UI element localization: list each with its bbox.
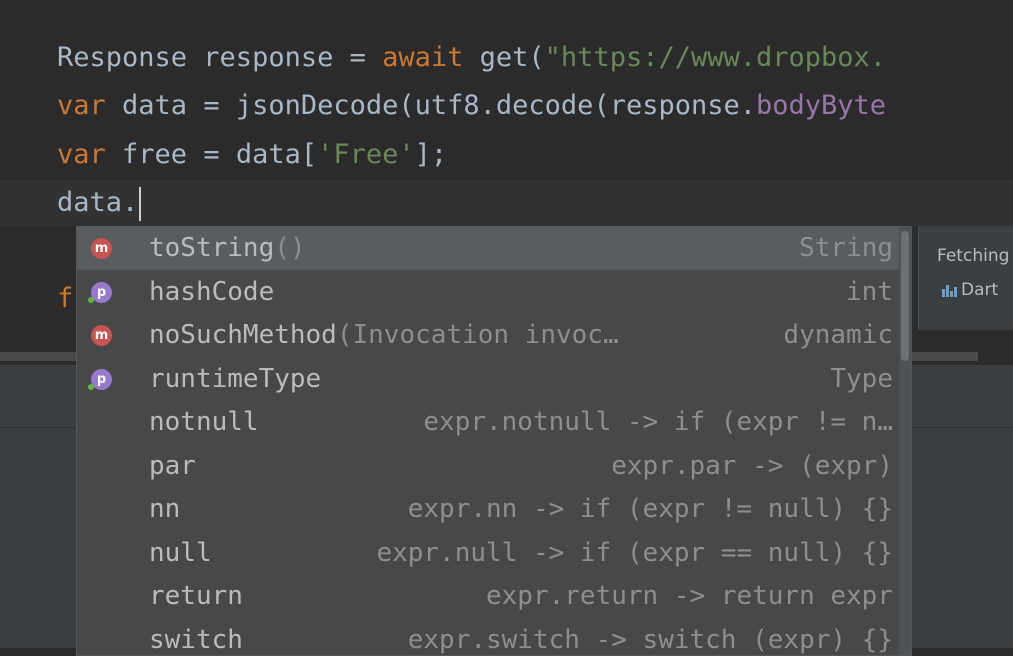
icon-badge: m	[94, 328, 109, 343]
item-type: expr.notnull -> if (expr != n…	[423, 407, 893, 437]
code-text: get(	[463, 42, 545, 73]
visibility-dot-icon	[88, 297, 94, 303]
code-line-3[interactable]: var free = data['Free'];	[0, 132, 1013, 178]
doc-lang-row: Dart	[941, 280, 998, 300]
item-label: toString	[149, 233, 275, 263]
item-label: runtimeType	[149, 364, 322, 394]
item-type: expr.nn -> if (expr != null) {}	[407, 494, 893, 524]
text-caret	[139, 186, 142, 221]
scrollbar-thumb[interactable]	[901, 231, 909, 361]
code-line-1[interactable]: Response response = await get("https://w…	[0, 35, 1013, 81]
visibility-dot-icon	[88, 384, 94, 390]
code-line-2[interactable]: var data = jsonDecode(utf8.decode(respon…	[0, 83, 1013, 129]
code-line-4-current[interactable]: data.	[0, 180, 1013, 226]
item-name: par	[149, 445, 196, 488]
item-name: hashCode	[149, 271, 274, 314]
popup-scrollbar[interactable]	[899, 227, 911, 655]
code-text: data = jsonDecode(utf8.decode(response.	[105, 90, 756, 121]
item-label: return	[149, 581, 243, 611]
item-name: noSuchMethod(Invocation invoc…	[149, 314, 619, 357]
doc-status: Fetching	[937, 246, 1010, 266]
item-type: expr.return -> return expr	[486, 581, 893, 611]
code-text: data.	[57, 187, 139, 218]
item-label: noSuchMethod	[149, 320, 337, 350]
autocomplete-item[interactable]: par expr.par -> (expr)	[77, 445, 899, 488]
item-name: null	[149, 532, 212, 575]
doc-lang: Dart	[961, 280, 999, 300]
item-type: Type	[830, 364, 893, 394]
code-text: Response response =	[57, 42, 383, 73]
autocomplete-item[interactable]: nn expr.nn -> if (expr != null) {}	[77, 488, 899, 531]
keyword-await: await	[382, 42, 464, 73]
item-label: nn	[149, 494, 181, 524]
autocomplete-item[interactable]: m toString() String	[77, 227, 899, 270]
property-icon: p	[88, 282, 112, 303]
icon-badge: m	[94, 241, 109, 256]
item-label: null	[149, 538, 212, 568]
string-literal: "https://www.dropbox.	[544, 42, 887, 73]
method-icon: m	[91, 325, 112, 346]
item-name: nn	[149, 488, 180, 531]
autocomplete-item[interactable]: null expr.null -> if (expr == null) {}	[77, 532, 899, 575]
item-type: int	[846, 277, 893, 307]
item-params: ()	[274, 233, 306, 263]
keyword-fragment: f	[57, 283, 74, 314]
documentation-popup: Fetching Dart	[918, 226, 1013, 330]
autocomplete-item[interactable]: switch expr.switch -> switch (expr) {}	[77, 619, 899, 655]
icon-badge: p	[96, 285, 107, 300]
item-name: return	[149, 575, 243, 618]
code-text: free = data[	[105, 139, 318, 170]
item-label: switch	[149, 625, 243, 655]
method-icon: m	[91, 238, 112, 259]
string-literal: 'Free'	[317, 139, 415, 170]
autocomplete-item[interactable]: notnull expr.notnull -> if (expr != n…	[77, 401, 899, 444]
item-type: expr.switch -> switch (expr) {}	[407, 625, 893, 655]
autocomplete-item[interactable]: p hashCode int	[77, 271, 899, 314]
item-type: String	[799, 233, 893, 263]
item-type: dynamic	[783, 320, 893, 350]
property-icon: p	[88, 369, 112, 390]
item-name: switch	[149, 619, 243, 655]
item-label: hashCode	[149, 277, 275, 307]
item-params: (Invocation invoc…	[336, 320, 619, 350]
item-name: runtimeType	[149, 358, 321, 401]
keyword-var: var	[57, 139, 106, 170]
item-label: notnull	[149, 407, 259, 437]
autocomplete-item[interactable]: m noSuchMethod(Invocation invoc… dynamic	[77, 314, 899, 357]
code-text: ];	[414, 139, 448, 170]
keyword-var: var	[57, 90, 106, 121]
item-type: expr.null -> if (expr == null) {}	[376, 538, 893, 568]
item-name: toString()	[149, 227, 306, 270]
item-type: expr.par -> (expr)	[611, 451, 893, 481]
autocomplete-item[interactable]: p runtimeType Type	[77, 358, 899, 401]
item-name: notnull	[149, 401, 259, 444]
autocomplete-popup[interactable]: m toString() String p hashCode int m noSuchMeth…	[76, 226, 912, 656]
dart-package-icon	[941, 283, 957, 297]
autocomplete-item[interactable]: return expr.return -> return expr	[77, 575, 899, 618]
item-label: par	[149, 451, 196, 481]
field-name: bodyByte	[756, 90, 887, 121]
icon-badge: p	[96, 372, 107, 387]
